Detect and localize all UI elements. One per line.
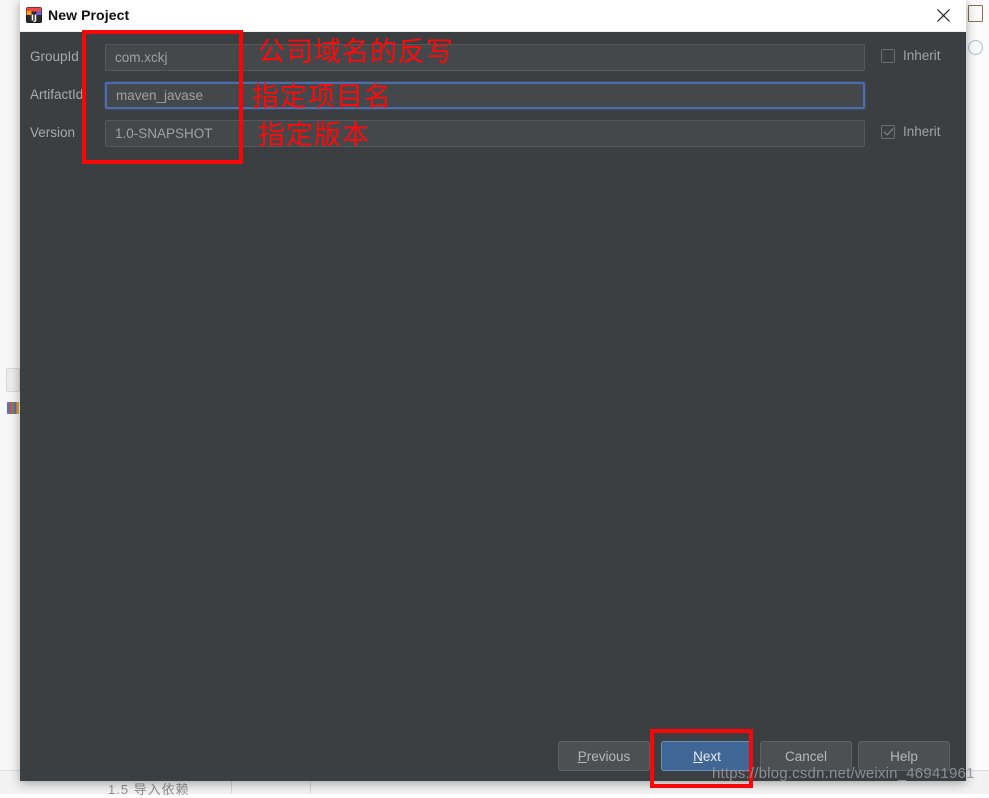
next-label-rest: ext (702, 748, 721, 764)
version-inherit-label: Inherit (903, 124, 941, 139)
cancel-label: Cancel (784, 748, 828, 764)
ide-left-color-swatch-icon (7, 402, 19, 414)
background-document-heading: 1.5 导入依赖 (108, 782, 190, 797)
previous-mnemonic: P (577, 748, 587, 764)
previous-button[interactable]: Previous (558, 741, 650, 771)
groupid-inherit-checkbox[interactable]: Inherit (881, 48, 941, 63)
groupid-input[interactable] (105, 44, 865, 71)
version-label: Version (30, 125, 76, 140)
next-mnemonic: N (693, 748, 703, 764)
groupid-label: GroupId (30, 49, 79, 64)
previous-label-rest: revious (586, 748, 631, 764)
next-button[interactable]: Next (661, 741, 753, 771)
maven-panel-icon[interactable] (968, 5, 983, 22)
dialog-title: New Project (48, 7, 130, 23)
checkbox-checked-icon (881, 124, 895, 139)
form-row-groupid: GroupId Inherit (20, 44, 966, 72)
dialog-footer: Previous Next Cancel Help (20, 735, 966, 781)
close-icon[interactable] (920, 0, 966, 31)
help-label: Help (890, 748, 918, 764)
form-row-version: Version Inherit (20, 120, 966, 148)
checkbox-box-icon (881, 48, 895, 63)
groupid-inherit-label: Inherit (903, 48, 941, 63)
ide-left-tool-tab[interactable] (6, 368, 20, 392)
form-row-artifactid: ArtifactId (20, 82, 966, 110)
intellij-idea-icon: IJ (26, 7, 42, 23)
svg-text:IJ: IJ (31, 14, 37, 23)
dialog-titlebar: IJ New Project (20, 0, 966, 32)
version-inherit-checkbox[interactable]: Inherit (881, 124, 941, 139)
cancel-button[interactable]: Cancel (760, 741, 852, 771)
project-coordinates-form: GroupId Inherit ArtifactId Version Inher… (20, 31, 966, 731)
new-project-dialog: IJ New Project GroupId Inherit ArtifactI… (20, 0, 966, 781)
artifactid-label: ArtifactId (30, 87, 84, 102)
help-button[interactable]: Help (858, 741, 950, 771)
artifactid-input[interactable] (105, 82, 865, 109)
ide-right-toolstrip (963, 0, 989, 793)
version-input[interactable] (105, 120, 865, 147)
database-panel-icon[interactable] (968, 40, 983, 55)
